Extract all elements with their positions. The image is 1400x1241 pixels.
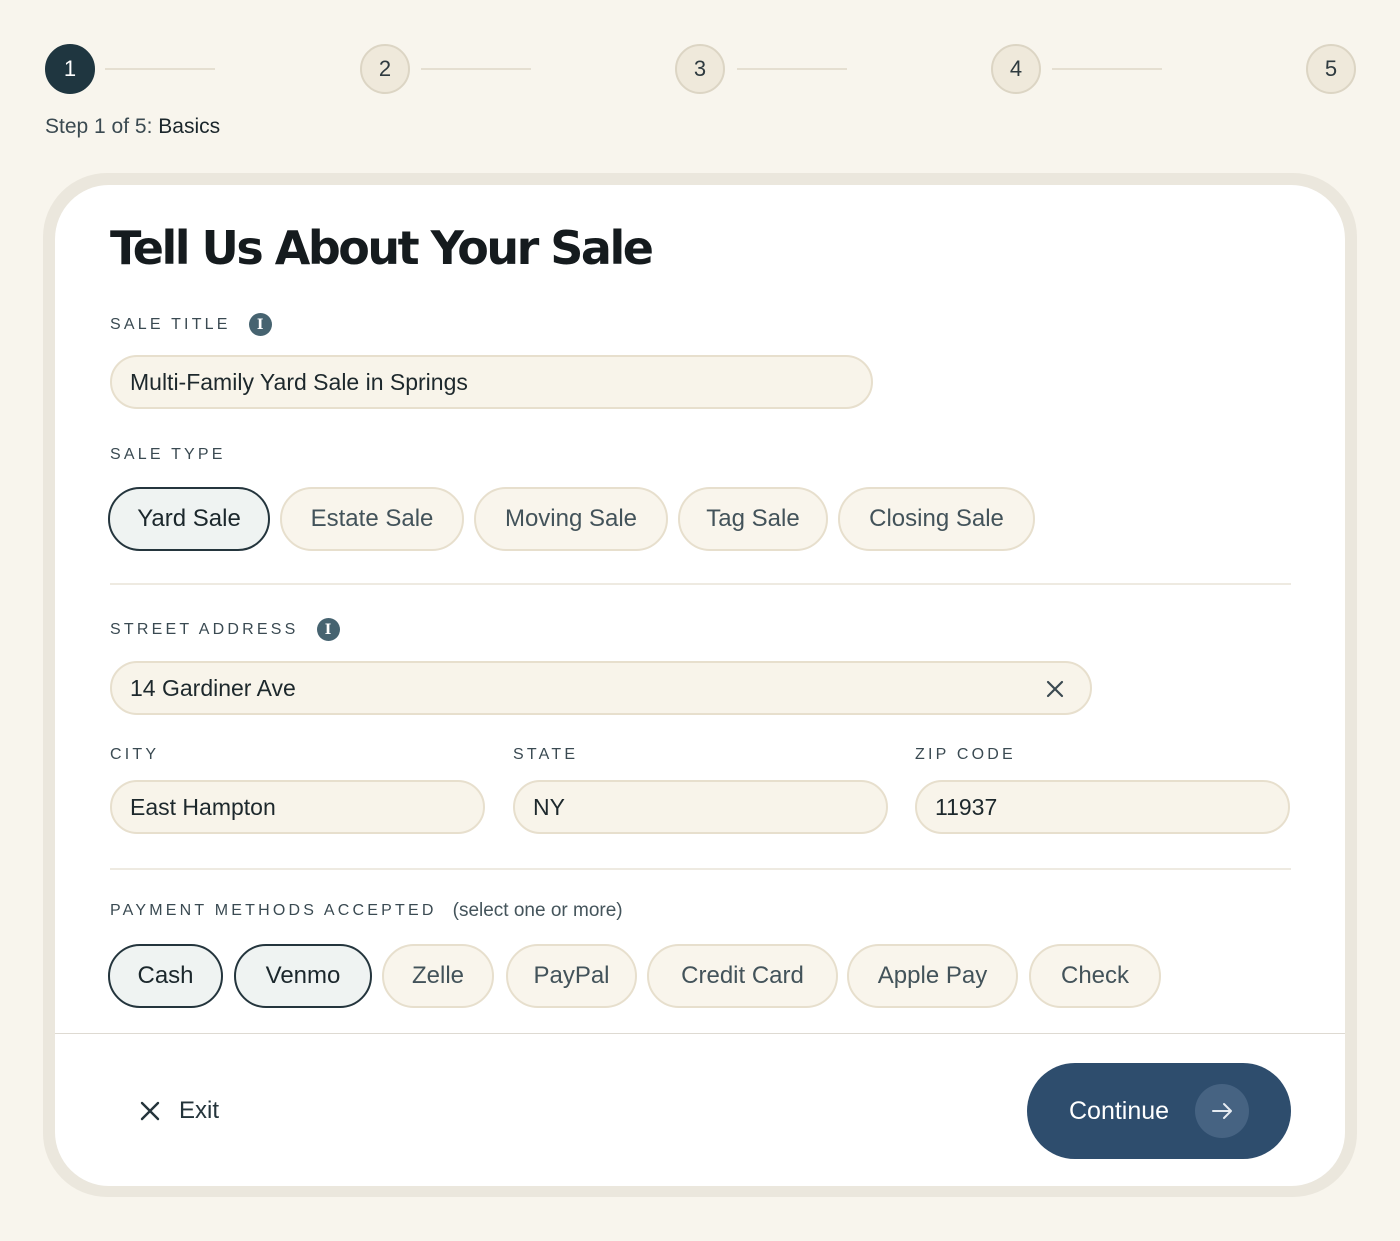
payment-chip-zelle[interactable]: Zelle <box>382 944 494 1008</box>
state-label: STATE <box>513 746 578 764</box>
sale-type-label-text: SALE TYPE <box>110 446 226 463</box>
sale-title-label: SALE TITLE i <box>110 313 272 336</box>
zip-code-label-text: ZIP CODE <box>915 746 1016 763</box>
zip-code-input[interactable]: 11937 <box>915 780 1290 834</box>
payment-methods-hint: (select one or more) <box>452 900 623 921</box>
continue-label: Continue <box>1069 1096 1170 1125</box>
sale-title-value: Multi-Family Yard Sale in Springs <box>130 368 468 395</box>
exit-button[interactable]: Exit <box>137 1091 219 1131</box>
arrow-right-icon <box>1195 1084 1249 1138</box>
sale-type-chip-yard-sale[interactable]: Yard Sale <box>108 487 270 551</box>
state-value: NY <box>533 793 565 820</box>
street-address-label-text: STREET ADDRESS <box>110 620 299 638</box>
payment-chip-check[interactable]: Check <box>1029 944 1161 1008</box>
sale-title-input[interactable]: Multi-Family Yard Sale in Springs <box>110 355 873 409</box>
continue-button[interactable]: Continue <box>1027 1063 1291 1159</box>
city-label-text: CITY <box>110 746 160 763</box>
step-4-indicator[interactable]: 4 <box>991 44 1041 94</box>
step-caption: Step 1 of 5: Basics <box>45 115 220 139</box>
step-caption-name: Basics <box>158 115 221 138</box>
zip-code-value: 11937 <box>935 793 998 820</box>
payment-chip-cash[interactable]: Cash <box>108 944 223 1008</box>
sale-form-card: Tell Us About Your Sale SALE TITLE i Mul… <box>55 185 1345 1186</box>
city-input[interactable]: East Hampton <box>110 780 485 834</box>
section-divider <box>110 583 1291 585</box>
sale-type-chip-closing-sale[interactable]: Closing Sale <box>838 487 1035 551</box>
payment-chip-credit-card[interactable]: Credit Card <box>647 944 838 1008</box>
step-2-indicator[interactable]: 2 <box>360 44 410 94</box>
payment-chip-venmo[interactable]: Venmo <box>234 944 372 1008</box>
payment-chip-apple-pay[interactable]: Apple Pay <box>847 944 1018 1008</box>
street-address-value: 14 Gardiner Ave <box>130 674 296 701</box>
street-address-label: STREET ADDRESS i <box>110 618 340 641</box>
city-label: CITY <box>110 746 159 764</box>
section-divider <box>110 868 1291 870</box>
payment-chip-paypal[interactable]: PayPal <box>506 944 637 1008</box>
footer-divider <box>55 1033 1345 1034</box>
city-value: East Hampton <box>130 793 276 820</box>
step-caption-prefix: Step 1 of 5: <box>45 115 153 138</box>
page-title: Tell Us About Your Sale <box>110 221 654 275</box>
step-5-indicator[interactable]: 5 <box>1306 44 1356 94</box>
payment-methods-label-text: PAYMENT METHODS ACCEPTED <box>110 902 437 919</box>
close-icon <box>137 1098 163 1124</box>
payment-methods-label: PAYMENT METHODS ACCEPTED (select one or … <box>110 900 623 922</box>
zip-code-label: ZIP CODE <box>915 746 1016 764</box>
exit-label: Exit <box>179 1097 220 1124</box>
sale-title-label-text: SALE TITLE <box>110 315 231 333</box>
sale-type-label: SALE TYPE <box>110 446 226 464</box>
step-1-indicator[interactable]: 1 <box>45 44 95 94</box>
step-connector <box>737 68 847 70</box>
step-3-indicator[interactable]: 3 <box>675 44 725 94</box>
info-icon[interactable]: i <box>248 313 272 336</box>
sale-type-chip-tag-sale[interactable]: Tag Sale <box>678 487 828 551</box>
step-connector <box>1052 68 1162 70</box>
step-connector <box>105 68 215 70</box>
state-input[interactable]: NY <box>513 780 888 834</box>
sale-type-chip-moving-sale[interactable]: Moving Sale <box>474 487 668 551</box>
info-icon[interactable]: i <box>316 618 340 641</box>
street-address-input[interactable]: 14 Gardiner Ave <box>110 661 1092 715</box>
step-connector <box>421 68 531 70</box>
close-icon[interactable] <box>1042 676 1068 702</box>
state-label-text: STATE <box>513 746 579 763</box>
progress-stepper: 1 2 3 4 5 <box>45 44 1356 94</box>
sale-type-chip-estate-sale[interactable]: Estate Sale <box>280 487 464 551</box>
